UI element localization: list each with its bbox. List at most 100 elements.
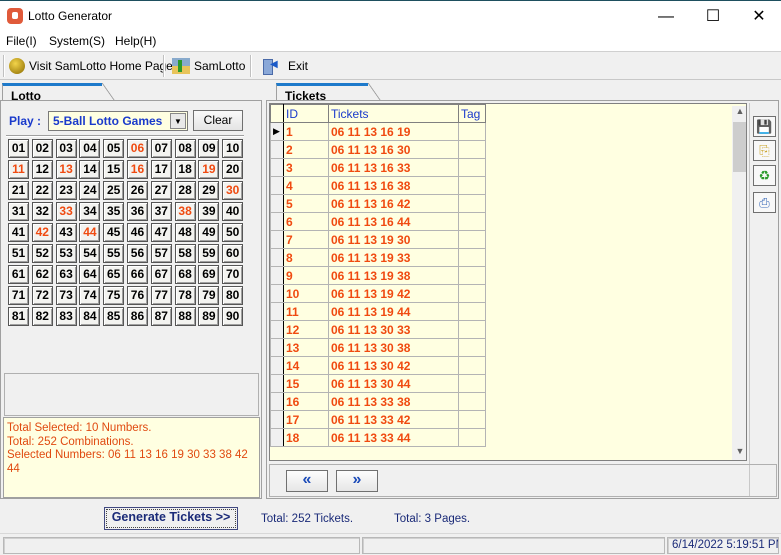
number-button[interactable]: 20 xyxy=(222,160,244,179)
row-selector[interactable] xyxy=(270,248,284,267)
number-button[interactable]: 40 xyxy=(222,202,244,221)
number-button[interactable]: 30 xyxy=(222,181,244,200)
ticket-tag-cell[interactable] xyxy=(458,212,486,231)
number-button[interactable]: 65 xyxy=(103,265,125,284)
number-button[interactable]: 41 xyxy=(8,223,29,242)
number-button[interactable]: 52 xyxy=(31,244,53,263)
ticket-tag-cell[interactable] xyxy=(458,122,486,141)
number-button[interactable]: 12 xyxy=(31,160,53,179)
number-button[interactable]: 32 xyxy=(31,202,53,221)
number-button[interactable]: 21 xyxy=(8,181,29,200)
number-button[interactable]: 78 xyxy=(174,286,196,305)
ticket-tag-cell[interactable] xyxy=(458,428,486,447)
table-row[interactable]: 15 06 11 13 30 44 xyxy=(270,374,486,393)
table-row[interactable]: 10 06 11 13 19 42 xyxy=(270,284,486,303)
row-selector[interactable] xyxy=(270,356,284,375)
ticket-id-cell[interactable]: 2 xyxy=(283,140,329,159)
number-button[interactable]: 24 xyxy=(79,181,101,200)
number-button[interactable]: 49 xyxy=(198,223,220,242)
number-button[interactable]: 48 xyxy=(174,223,196,242)
ticket-tag-cell[interactable] xyxy=(458,374,486,393)
number-button[interactable]: 61 xyxy=(8,265,29,284)
scroll-down-icon[interactable]: ▼ xyxy=(732,446,746,460)
clear-button[interactable]: Clear xyxy=(193,110,243,131)
row-selector[interactable] xyxy=(270,176,284,195)
number-button[interactable]: 63 xyxy=(55,265,77,284)
number-button[interactable]: 50 xyxy=(222,223,244,242)
ticket-numbers-cell[interactable]: 06 11 13 30 38 xyxy=(328,338,459,357)
row-selector[interactable] xyxy=(270,374,284,393)
table-row[interactable]: 8 06 11 13 19 33 xyxy=(270,248,486,267)
number-button[interactable]: 82 xyxy=(31,307,53,326)
ticket-numbers-cell[interactable]: 06 11 13 19 33 xyxy=(328,248,459,267)
number-button[interactable]: 56 xyxy=(126,244,148,263)
number-button[interactable]: 76 xyxy=(126,286,148,305)
number-button[interactable]: 83 xyxy=(55,307,77,326)
ticket-tag-cell[interactable] xyxy=(458,392,486,411)
row-selector[interactable] xyxy=(270,338,284,357)
number-button[interactable]: 26 xyxy=(126,181,148,200)
table-row[interactable]: 14 06 11 13 30 42 xyxy=(270,356,486,375)
number-button[interactable]: 79 xyxy=(198,286,220,305)
number-button[interactable]: 34 xyxy=(79,202,101,221)
generate-tickets-button[interactable]: Generate Tickets >> xyxy=(104,507,238,530)
number-button[interactable]: 09 xyxy=(198,139,220,158)
ticket-tag-cell[interactable] xyxy=(458,140,486,159)
number-button[interactable]: 29 xyxy=(198,181,220,200)
number-button[interactable]: 06 xyxy=(126,139,148,158)
ticket-numbers-cell[interactable]: 06 11 13 16 42 xyxy=(328,194,459,213)
ticket-numbers-cell[interactable]: 06 11 13 30 44 xyxy=(328,374,459,393)
samlotto-button[interactable]: SamLotto xyxy=(172,55,245,77)
ticket-numbers-cell[interactable]: 06 11 13 16 38 xyxy=(328,176,459,195)
scroll-up-icon[interactable]: ▲ xyxy=(732,106,746,120)
number-button[interactable]: 38 xyxy=(174,202,196,221)
number-button[interactable]: 13 xyxy=(55,160,77,179)
number-button[interactable]: 18 xyxy=(174,160,196,179)
table-row[interactable]: 11 06 11 13 19 44 xyxy=(270,302,486,321)
table-row[interactable]: 7 06 11 13 19 30 xyxy=(270,230,486,249)
ticket-tag-cell[interactable] xyxy=(458,284,486,303)
row-selector[interactable] xyxy=(270,266,284,285)
number-button[interactable]: 85 xyxy=(103,307,125,326)
ticket-id-cell[interactable]: 7 xyxy=(283,230,329,249)
ticket-tag-cell[interactable] xyxy=(458,266,486,285)
ticket-tag-cell[interactable] xyxy=(458,410,486,429)
ticket-numbers-cell[interactable]: 06 11 13 19 38 xyxy=(328,266,459,285)
ticket-id-cell[interactable]: 6 xyxy=(283,212,329,231)
ticket-numbers-cell[interactable]: 06 11 13 19 42 xyxy=(328,284,459,303)
number-button[interactable]: 36 xyxy=(126,202,148,221)
ticket-id-cell[interactable]: 1 xyxy=(283,122,329,141)
ticket-id-cell[interactable]: 11 xyxy=(283,302,329,321)
table-row[interactable]: 18 06 11 13 33 44 xyxy=(270,428,486,447)
row-selector[interactable] xyxy=(270,320,284,339)
ticket-numbers-cell[interactable]: 06 11 13 19 44 xyxy=(328,302,459,321)
number-button[interactable]: 23 xyxy=(55,181,77,200)
copy-button[interactable]: ⎘ xyxy=(753,140,776,161)
ticket-tag-cell[interactable] xyxy=(458,302,486,321)
row-selector[interactable] xyxy=(270,392,284,411)
column-header-id[interactable]: ID xyxy=(283,104,329,123)
row-selector[interactable] xyxy=(270,158,284,177)
number-button[interactable]: 81 xyxy=(8,307,29,326)
ticket-numbers-cell[interactable]: 06 11 13 19 30 xyxy=(328,230,459,249)
minimize-button[interactable]: — xyxy=(643,1,689,32)
number-button[interactable]: 89 xyxy=(198,307,220,326)
number-button[interactable]: 86 xyxy=(126,307,148,326)
number-button[interactable]: 73 xyxy=(55,286,77,305)
number-button[interactable]: 17 xyxy=(150,160,172,179)
number-button[interactable]: 14 xyxy=(79,160,101,179)
number-button[interactable]: 02 xyxy=(31,139,53,158)
ticket-id-cell[interactable]: 14 xyxy=(283,356,329,375)
ticket-id-cell[interactable]: 4 xyxy=(283,176,329,195)
number-button[interactable]: 67 xyxy=(150,265,172,284)
number-button[interactable]: 01 xyxy=(8,139,29,158)
ticket-id-cell[interactable]: 18 xyxy=(283,428,329,447)
number-button[interactable]: 37 xyxy=(150,202,172,221)
number-button[interactable]: 45 xyxy=(103,223,125,242)
number-button[interactable]: 70 xyxy=(222,265,244,284)
ticket-numbers-cell[interactable]: 06 11 13 16 33 xyxy=(328,158,459,177)
table-row[interactable]: ▶ 1 06 11 13 16 19 xyxy=(270,122,486,141)
visit-home-page-button[interactable]: Visit SamLotto Home Page xyxy=(9,55,173,77)
menu-help[interactable]: Help(H) xyxy=(115,34,156,48)
number-button[interactable]: 19 xyxy=(198,160,220,179)
